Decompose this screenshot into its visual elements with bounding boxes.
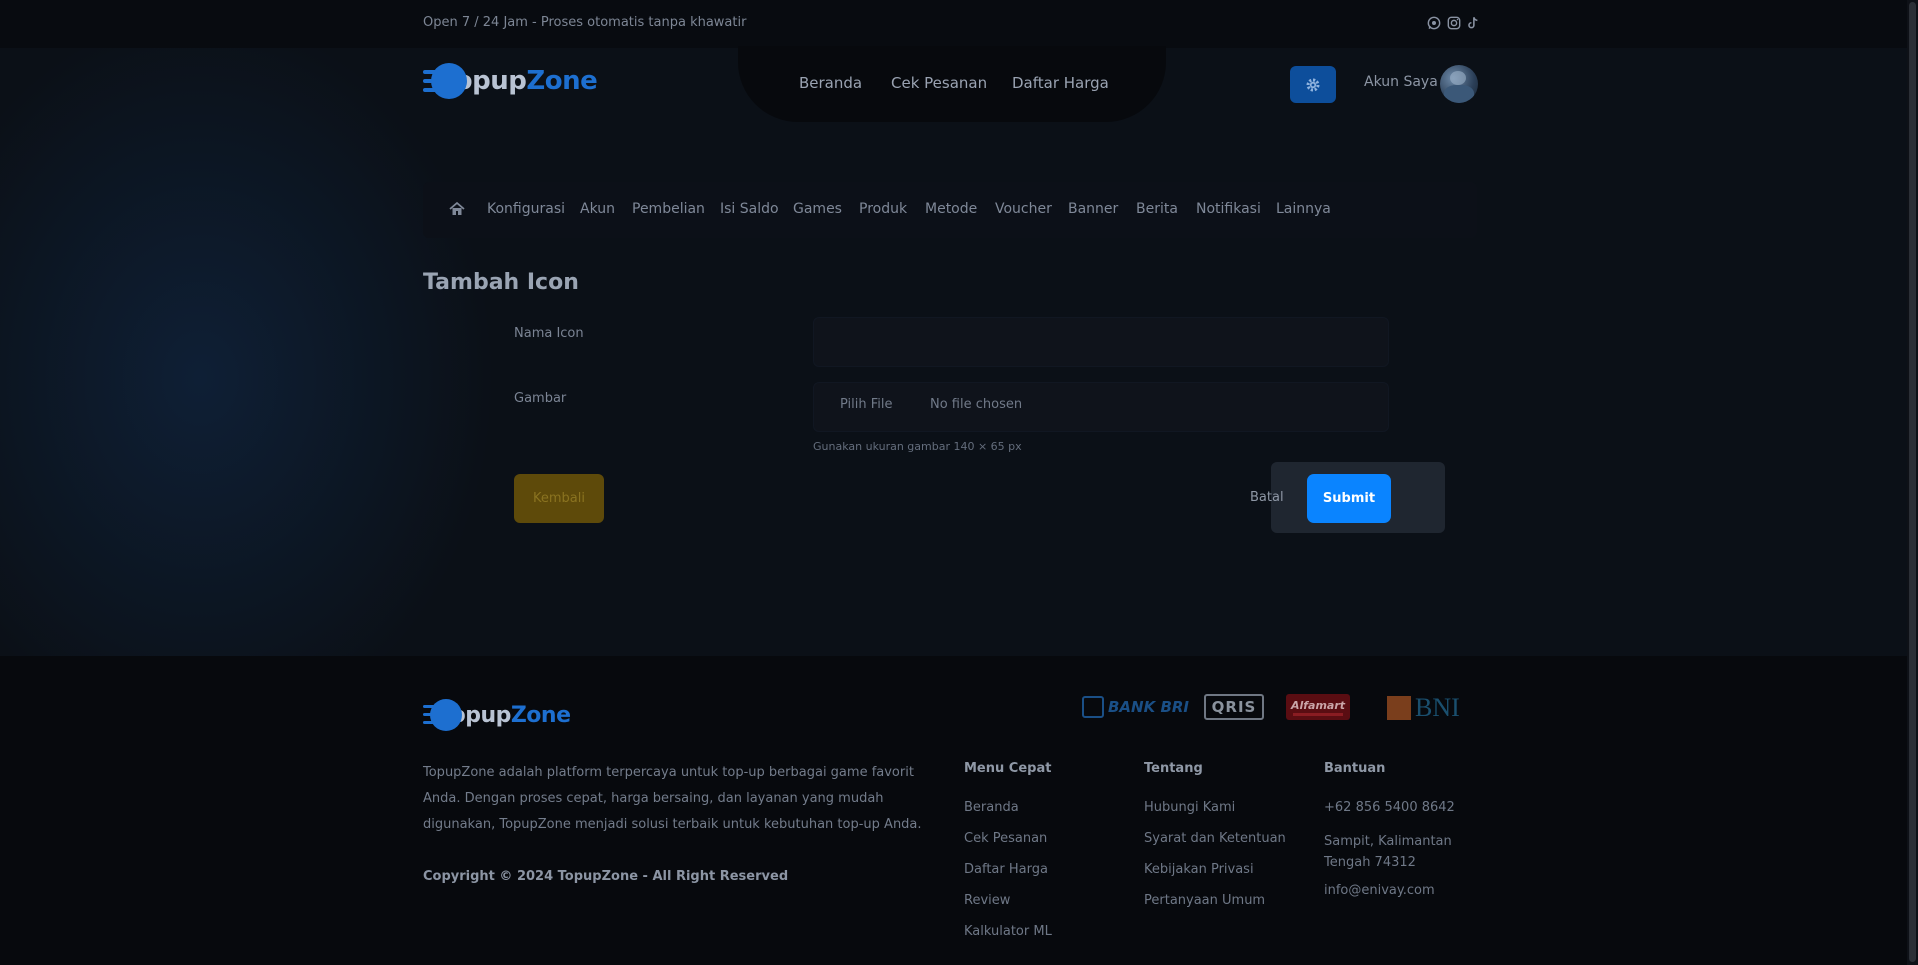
menu-berita[interactable]: Berita [1136, 201, 1178, 217]
home-icon[interactable] [449, 201, 465, 217]
brand-logo[interactable]: TopupZone [423, 62, 598, 100]
footer-link-review[interactable]: Review [964, 893, 1010, 908]
gear-icon [1306, 78, 1320, 91]
nav-cek-pesanan[interactable]: Cek Pesanan [891, 74, 987, 92]
brand-name-part2: Zone [526, 66, 598, 96]
payment-logo-alfamart: Alfamart [1286, 694, 1350, 720]
image-size-hint: Gunakan ukuran gambar 140 × 65 px [813, 440, 1022, 453]
brand-name-part2: Zone [510, 702, 571, 728]
footer-about-title: Tentang [1144, 761, 1203, 776]
file-status-text: No file chosen [930, 397, 1023, 412]
top-info-bar: Open 7 / 24 Jam - Proses otomatis tanpa … [0, 0, 1918, 48]
submit-button[interactable]: Submit [1307, 474, 1391, 523]
settings-button[interactable] [1290, 66, 1336, 103]
menu-isi-saldo[interactable]: Isi Saldo [720, 201, 779, 217]
menu-akun[interactable]: Akun [580, 201, 615, 217]
instagram-icon[interactable] [1447, 16, 1461, 30]
footer-description: TopupZone adalah platform terpercaya unt… [423, 765, 922, 832]
footer-menu-title: Menu Cepat [964, 761, 1052, 776]
footer-help-title: Bantuan [1324, 761, 1386, 776]
menu-banner[interactable]: Banner [1068, 201, 1118, 217]
menu-konfigurasi[interactable]: Konfigurasi [487, 201, 565, 217]
icon-name-input[interactable] [813, 317, 1389, 367]
menu-produk[interactable]: Produk [859, 201, 907, 217]
open-hours-text: Open 7 / 24 Jam - Proses otomatis tanpa … [423, 15, 747, 30]
footer [0, 656, 1918, 965]
footer-logo[interactable]: TopupZone [423, 698, 571, 732]
icon-name-label: Nama Icon [514, 326, 584, 341]
footer-address: Sampit, Kalimantan Tengah 74312 [1324, 834, 1452, 870]
logo-mark-icon [423, 62, 467, 100]
logo-mark-icon [423, 698, 462, 732]
image-label: Gambar [514, 391, 567, 406]
page-title: Tambah Icon [423, 270, 579, 295]
nav-beranda[interactable]: Beranda [799, 74, 862, 92]
cancel-button[interactable]: Batal [1250, 490, 1284, 505]
scrollbar-thumb[interactable] [1909, 2, 1916, 962]
menu-voucher[interactable]: Voucher [995, 201, 1052, 217]
payment-logo-bni: BNI [1387, 693, 1460, 723]
menu-metode[interactable]: Metode [925, 201, 977, 217]
payment-logo-qris: QRIS [1204, 694, 1264, 720]
footer-link-kebijakan-privasi[interactable]: Kebijakan Privasi [1144, 862, 1254, 877]
footer-phone[interactable]: +62 856 5400 8642 [1324, 800, 1455, 815]
payment-logo-bri: BANK BRI [1082, 696, 1189, 718]
footer-link-pertanyaan-umum[interactable]: Pertanyaan Umum [1144, 893, 1265, 908]
nav-daftar-harga[interactable]: Daftar Harga [1012, 74, 1109, 92]
bni-icon [1387, 696, 1411, 720]
whatsapp-icon[interactable] [1427, 16, 1441, 30]
footer-link-daftar-harga[interactable]: Daftar Harga [964, 862, 1048, 877]
footer-link-beranda[interactable]: Beranda [964, 800, 1019, 815]
back-button[interactable]: Kembali [514, 474, 604, 523]
menu-notifikasi[interactable]: Notifikasi [1196, 201, 1261, 217]
menu-lainnya[interactable]: Lainnya [1276, 201, 1331, 217]
choose-file-button[interactable]: Pilih File [840, 397, 893, 412]
menu-pembelian[interactable]: Pembelian [632, 201, 705, 217]
footer-link-syarat-ketentuan[interactable]: Syarat dan Ketentuan [1144, 831, 1286, 846]
footer-link-hubungi-kami[interactable]: Hubungi Kami [1144, 800, 1235, 815]
menu-games[interactable]: Games [793, 201, 842, 217]
account-label[interactable]: Akun Saya [1364, 74, 1438, 90]
image-file-input[interactable] [813, 382, 1389, 432]
copyright-text: Copyright © 2024 TopupZone - All Right R… [423, 869, 789, 884]
bri-icon [1082, 696, 1104, 718]
footer-link-cek-pesanan[interactable]: Cek Pesanan [964, 831, 1047, 846]
footer-link-kalkulator-ml[interactable]: Kalkulator ML [964, 924, 1052, 939]
footer-email[interactable]: info@enivay.com [1324, 883, 1435, 898]
tiktok-icon[interactable] [1466, 16, 1480, 30]
avatar[interactable] [1440, 65, 1478, 103]
